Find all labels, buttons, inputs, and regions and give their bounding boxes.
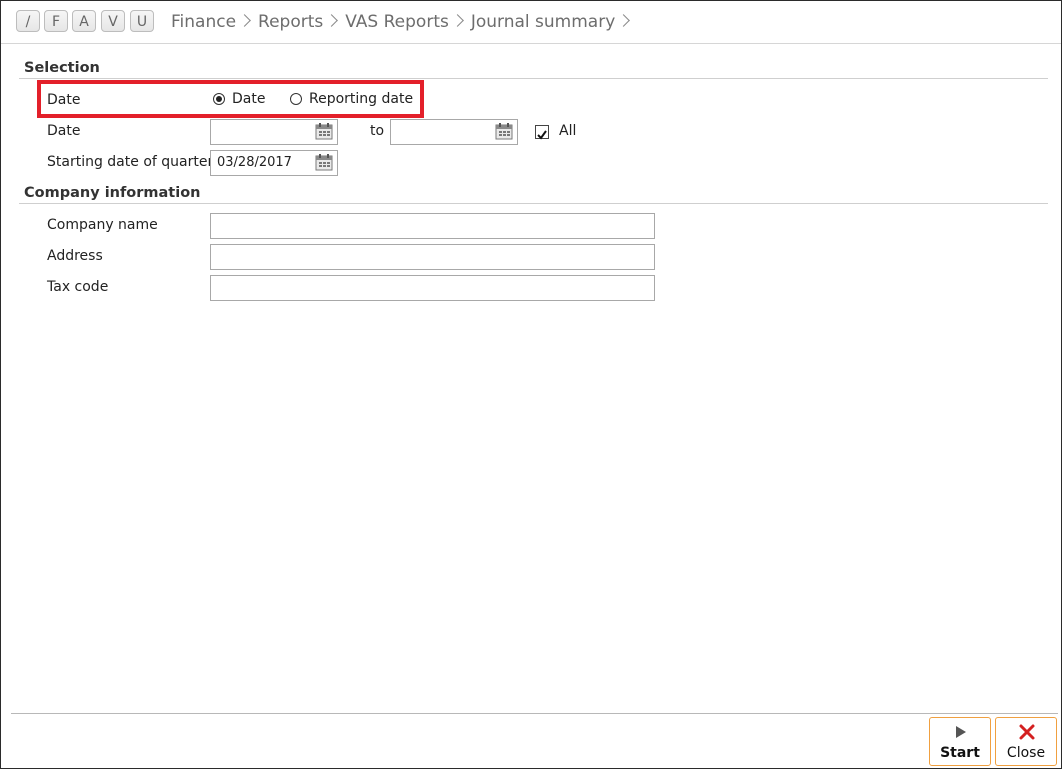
date-from-field[interactable] <box>210 119 338 145</box>
toolbar-a-button[interactable]: A <box>72 10 96 32</box>
calendar-icon[interactable] <box>495 123 513 140</box>
close-icon <box>1019 724 1035 740</box>
calendar-icon[interactable] <box>315 123 333 140</box>
company-section-title: Company information <box>24 185 201 201</box>
tax-code-field[interactable] <box>210 275 655 301</box>
to-label: to <box>370 123 385 139</box>
play-icon <box>956 726 966 738</box>
date-to-field[interactable] <box>390 119 518 145</box>
calendar-icon[interactable] <box>315 154 333 171</box>
quarter-start-value: 03/28/2017 <box>217 155 292 170</box>
quarter-start-field[interactable]: 03/28/2017 <box>210 150 338 176</box>
toolbar-u-button[interactable]: U <box>130 10 154 32</box>
chevron-right-icon <box>325 14 339 27</box>
start-button-label: Start <box>940 745 980 761</box>
all-checkbox[interactable] <box>535 125 549 140</box>
company-name-field[interactable] <box>210 213 655 239</box>
selection-section-title: Selection <box>24 60 100 76</box>
report-window: / F A V U Finance Reports VAS Reports Journ… <box>0 0 1062 769</box>
address-field[interactable] <box>210 244 655 270</box>
chevron-right-icon <box>238 14 251 27</box>
toolbar-v-button[interactable]: V <box>101 10 125 32</box>
quarter-start-label: Starting date of quarter <box>47 154 214 170</box>
all-label: All <box>559 123 577 139</box>
date-type-highlight-box <box>37 80 424 118</box>
company-divider <box>19 203 1048 204</box>
breadcrumb: Finance Reports VAS Reports Journal summary <box>171 10 637 34</box>
address-label: Address <box>47 248 103 264</box>
breadcrumb-vas-reports[interactable]: VAS Reports <box>345 10 449 34</box>
toolbar-f-button[interactable]: F <box>44 10 68 32</box>
top-toolbar: / F A V U Finance Reports VAS Reports Journ… <box>1 1 1061 44</box>
company-name-label: Company name <box>47 217 158 233</box>
start-button[interactable]: Start <box>929 717 991 766</box>
tax-code-label: Tax code <box>47 279 109 295</box>
breadcrumb-finance[interactable]: Finance <box>171 10 236 34</box>
date-range-label: Date <box>47 123 81 139</box>
action-bar-divider <box>11 713 1058 714</box>
chevron-right-icon <box>450 14 464 27</box>
checkmark-icon <box>537 130 547 140</box>
selection-divider <box>19 78 1048 79</box>
chevron-right-icon <box>617 14 631 27</box>
close-button-label: Close <box>1006 745 1046 761</box>
breadcrumb-reports[interactable]: Reports <box>258 10 323 34</box>
breadcrumb-journal-summary[interactable]: Journal summary <box>471 10 615 34</box>
close-button[interactable]: Close <box>995 717 1057 766</box>
toolbar-slash-button[interactable]: / <box>16 10 40 32</box>
